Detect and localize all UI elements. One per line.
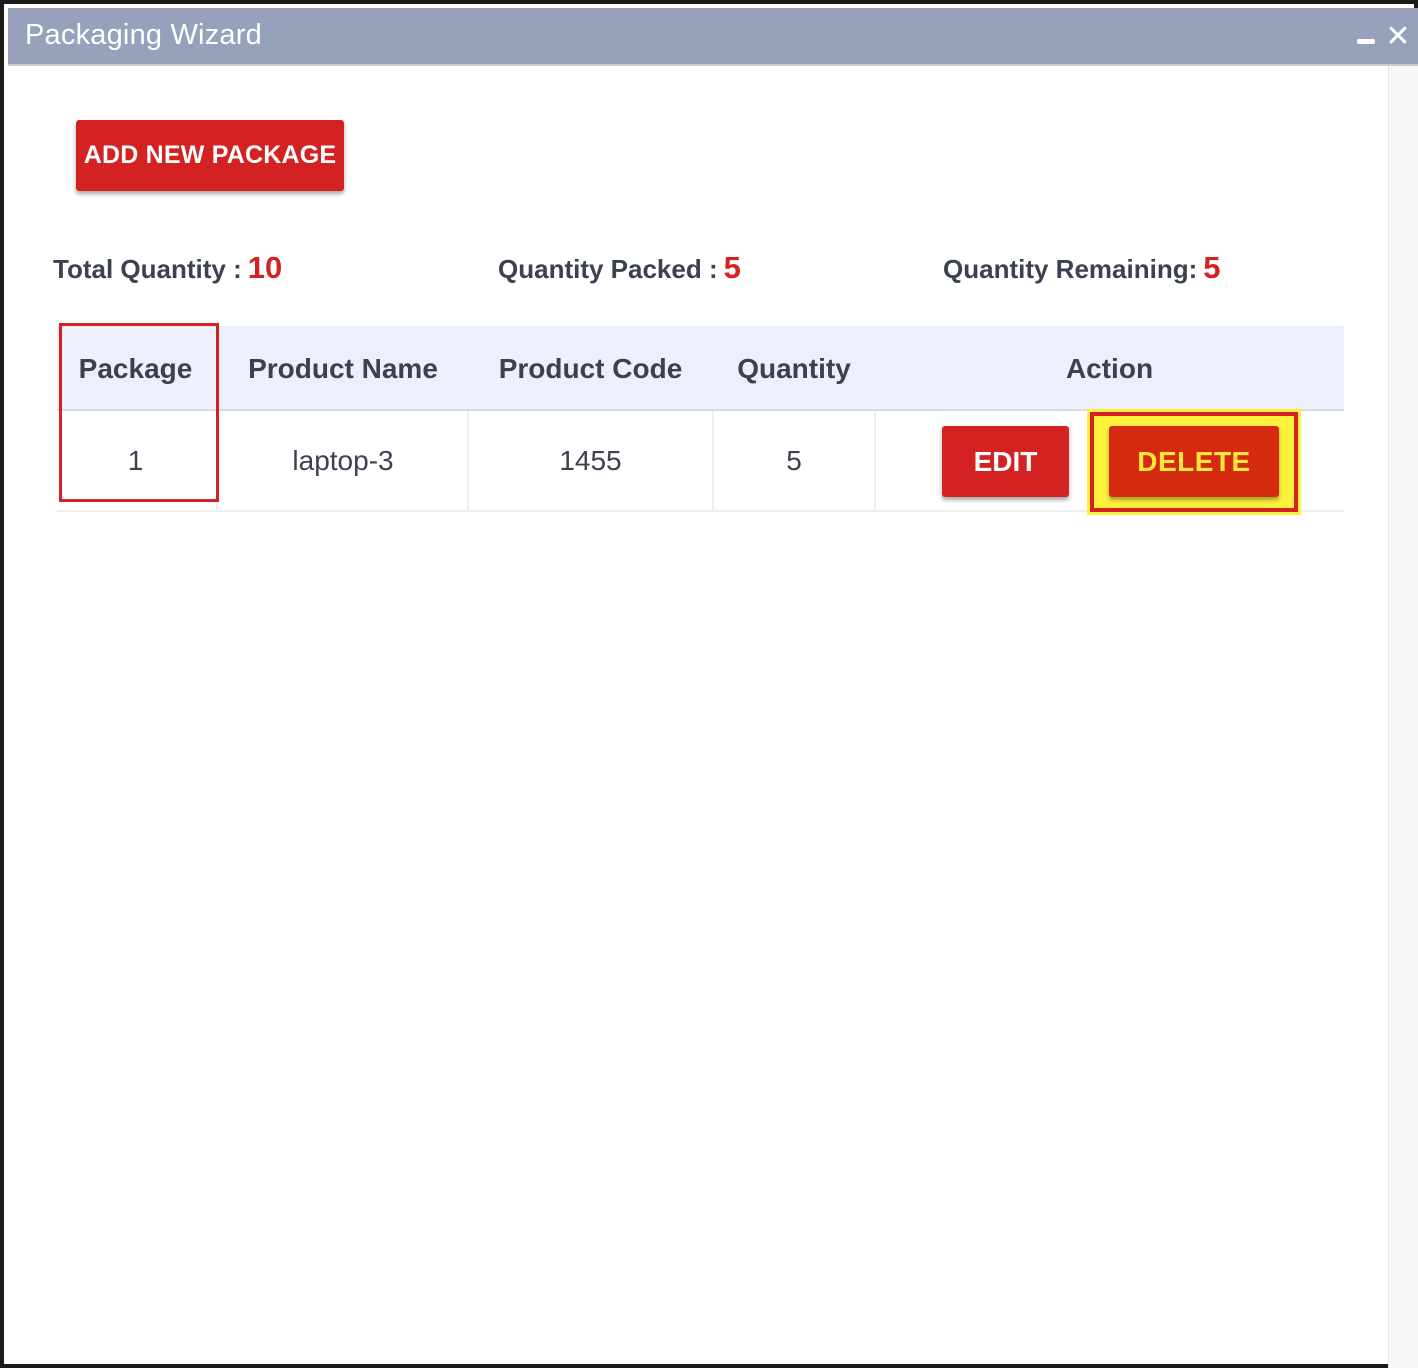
scrollbar-track[interactable] (1388, 66, 1418, 1368)
quantity-remaining-stat: Quantity Remaining: 5 (943, 250, 1221, 294)
edit-button[interactable]: EDIT (942, 426, 1069, 497)
column-header-quantity[interactable]: Quantity (713, 326, 875, 411)
window-titlebar[interactable]: Packaging Wizard ✕ (8, 8, 1418, 66)
close-icon[interactable]: ✕ (1385, 20, 1411, 54)
total-quantity-stat: Total Quantity :10 (53, 250, 282, 294)
quantity-packed-stat: Quantity Packed :5 (498, 250, 741, 294)
packaging-wizard-window: Packaging Wizard ✕ ADD NEW PACKAGE Total… (0, 0, 1418, 1368)
table-header-row: Package Product Name Product Code Quanti… (57, 326, 1344, 411)
package-column-highlight-box (59, 323, 219, 502)
column-divider (874, 411, 876, 510)
cell-quantity: 5 (786, 445, 802, 476)
column-header-product-code[interactable]: Product Code (468, 326, 713, 411)
quantity-remaining-value: 5 (1203, 250, 1221, 285)
window-title: Packaging Wizard (25, 19, 262, 51)
column-header-product-name[interactable]: Product Name (218, 326, 468, 411)
add-new-package-button[interactable]: ADD NEW PACKAGE (76, 120, 344, 191)
total-quantity-label: Total Quantity : (53, 254, 242, 284)
cell-product-code: 1455 (559, 445, 622, 476)
cell-product-name: laptop-3 (292, 445, 394, 476)
minimize-icon[interactable] (1357, 39, 1375, 44)
quantity-packed-label: Quantity Packed : (498, 254, 718, 284)
total-quantity-value: 10 (247, 250, 283, 285)
quantity-remaining-label: Quantity Remaining: (943, 254, 1198, 284)
column-header-action: Action (1065, 353, 1154, 384)
quantity-packed-value: 5 (723, 250, 741, 285)
delete-button[interactable]: DELETE (1109, 426, 1279, 497)
